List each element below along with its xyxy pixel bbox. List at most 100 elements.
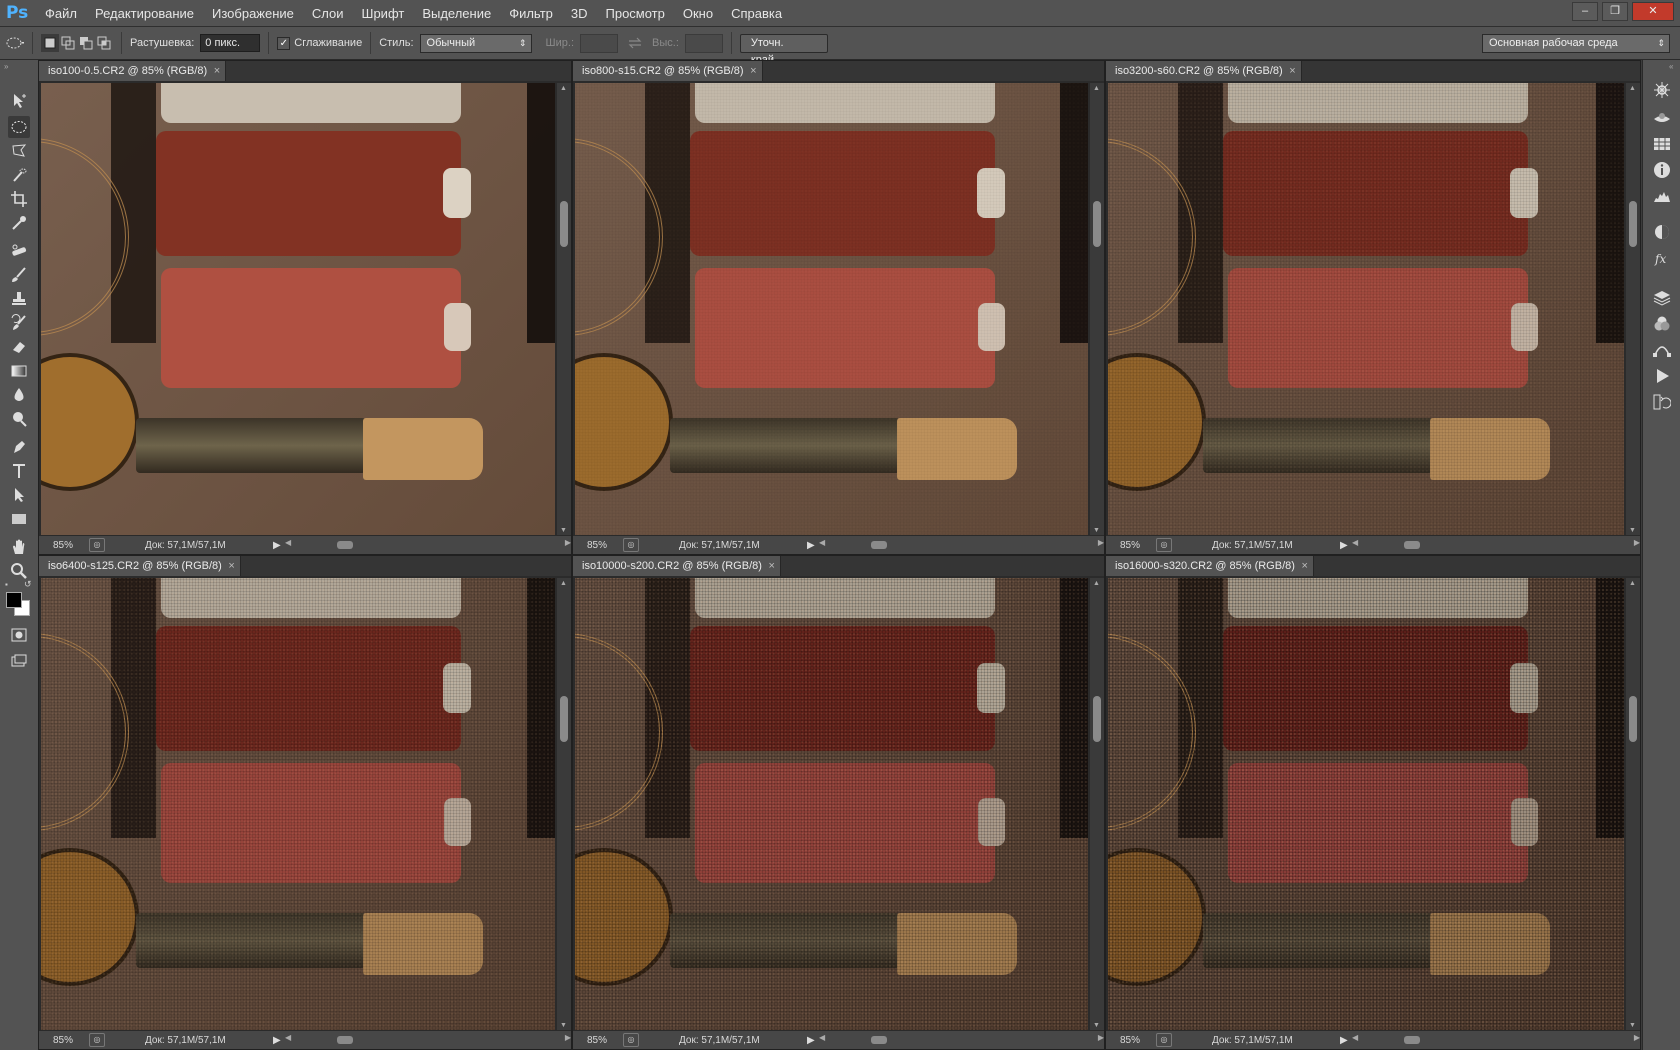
horizontal-scrollbar[interactable]: ◀ ▶ bbox=[1352, 1033, 1640, 1045]
foreground-color-swatch[interactable] bbox=[6, 592, 22, 608]
3d-icon[interactable] bbox=[1652, 108, 1672, 128]
swatches-icon[interactable] bbox=[1652, 134, 1672, 154]
scroll-right-icon[interactable]: ▶ bbox=[1634, 538, 1640, 547]
scroll-up-icon[interactable]: ▲ bbox=[1093, 85, 1100, 92]
scroll-up-icon[interactable]: ▲ bbox=[560, 580, 567, 587]
vertical-scrollbar[interactable]: ▲ ▼ bbox=[557, 83, 571, 536]
close-tab-icon[interactable]: × bbox=[750, 61, 756, 81]
vertical-scrollbar[interactable]: ▲ ▼ bbox=[1090, 578, 1104, 1031]
zoom-level[interactable]: 85% bbox=[39, 540, 89, 551]
minimize-button[interactable]: – bbox=[1572, 2, 1598, 21]
refine-edge-button[interactable]: Уточн. край... bbox=[739, 33, 828, 66]
document-tab[interactable]: iso6400-s125.CR2 @ 85% (RGB/8) × bbox=[39, 556, 241, 576]
workspace-select[interactable]: Основная рабочая среда ⇕ bbox=[1482, 33, 1670, 53]
zoom-level[interactable]: 85% bbox=[39, 1035, 89, 1046]
scroll-down-icon[interactable]: ▼ bbox=[1629, 527, 1636, 534]
blur-icon[interactable] bbox=[8, 384, 30, 406]
ellipse-marquee-preset-icon[interactable] bbox=[6, 34, 24, 52]
status-proof-icon[interactable]: ◎ bbox=[623, 538, 639, 552]
document-tab[interactable]: iso10000-s200.CR2 @ 85% (RGB/8) × bbox=[573, 556, 781, 576]
styles-icon[interactable]: fx bbox=[1652, 248, 1672, 268]
pen-icon[interactable] bbox=[8, 436, 30, 458]
status-proof-icon[interactable]: ◎ bbox=[1156, 538, 1172, 552]
close-tab-icon[interactable]: × bbox=[1289, 61, 1295, 81]
document-canvas[interactable] bbox=[1108, 83, 1624, 536]
document-canvas[interactable] bbox=[1108, 578, 1624, 1031]
scroll-down-icon[interactable]: ▼ bbox=[560, 1022, 567, 1029]
paths-icon[interactable] bbox=[1652, 340, 1672, 360]
horizontal-scrollbar[interactable]: ◀ ▶ bbox=[1352, 538, 1640, 550]
zoom-level[interactable]: 85% bbox=[573, 540, 623, 551]
menu-filter[interactable]: Фильтр bbox=[500, 6, 562, 21]
scroll-left-icon[interactable]: ◀ bbox=[285, 1033, 291, 1042]
scroll-right-icon[interactable]: ▶ bbox=[1634, 1033, 1640, 1042]
menu-window[interactable]: Окно bbox=[674, 6, 722, 21]
scroll-down-icon[interactable]: ▼ bbox=[1629, 1022, 1636, 1029]
menu-view[interactable]: Просмотр bbox=[597, 6, 674, 21]
path-selection-icon[interactable] bbox=[8, 484, 30, 506]
zoom-level[interactable]: 85% bbox=[1106, 1035, 1156, 1046]
quick-selection-icon[interactable] bbox=[8, 164, 30, 186]
layers-icon[interactable] bbox=[1652, 288, 1672, 308]
document-tab[interactable]: iso100-0.5.CR2 @ 85% (RGB/8) × bbox=[39, 61, 227, 81]
scroll-up-icon[interactable]: ▲ bbox=[1629, 85, 1636, 92]
swap-colors-icon[interactable]: ↺ bbox=[24, 579, 32, 590]
vertical-scroll-thumb[interactable] bbox=[1093, 201, 1101, 247]
menu-file[interactable]: Файл bbox=[36, 6, 86, 21]
add-to-selection-icon[interactable] bbox=[59, 34, 77, 52]
channels-icon[interactable] bbox=[1652, 314, 1672, 334]
horizontal-scroll-thumb[interactable] bbox=[871, 1036, 887, 1044]
document-tab[interactable]: iso3200-s60.CR2 @ 85% (RGB/8) × bbox=[1106, 61, 1302, 81]
type-icon[interactable] bbox=[8, 460, 30, 482]
close-tab-icon[interactable]: × bbox=[1301, 556, 1307, 576]
vertical-scrollbar[interactable]: ▲ ▼ bbox=[1090, 83, 1104, 536]
zoom-level[interactable]: 85% bbox=[1106, 540, 1156, 551]
quick-mask-icon[interactable] bbox=[8, 624, 30, 646]
menu-layers[interactable]: Слои bbox=[303, 6, 353, 21]
scroll-left-icon[interactable]: ◀ bbox=[285, 538, 291, 547]
scroll-down-icon[interactable]: ▼ bbox=[560, 527, 567, 534]
move-icon[interactable] bbox=[8, 90, 30, 112]
menu-image[interactable]: Изображение bbox=[203, 6, 303, 21]
ellipse-marquee-icon[interactable] bbox=[8, 116, 30, 138]
info-icon[interactable] bbox=[1652, 160, 1672, 180]
horizontal-scroll-thumb[interactable] bbox=[1404, 1036, 1420, 1044]
horizontal-scrollbar[interactable]: ◀ ▶ bbox=[819, 1033, 1104, 1045]
scroll-right-icon[interactable]: ▶ bbox=[565, 538, 571, 547]
menu-edit[interactable]: Редактирование bbox=[86, 6, 203, 21]
status-proof-icon[interactable]: ◎ bbox=[1156, 1033, 1172, 1047]
healing-brush-icon[interactable] bbox=[8, 240, 30, 262]
close-tab-icon[interactable]: × bbox=[228, 556, 234, 576]
vertical-scroll-thumb[interactable] bbox=[1093, 696, 1101, 742]
style-select[interactable]: Обычный ⇕ bbox=[419, 33, 532, 53]
scroll-up-icon[interactable]: ▲ bbox=[560, 85, 567, 92]
horizontal-scroll-thumb[interactable] bbox=[1404, 541, 1420, 549]
menu-3d[interactable]: 3D bbox=[562, 6, 597, 21]
horizontal-scroll-thumb[interactable] bbox=[337, 541, 353, 549]
scroll-right-icon[interactable]: ▶ bbox=[1098, 1033, 1104, 1042]
status-proof-icon[interactable]: ◎ bbox=[89, 1033, 105, 1047]
scroll-up-icon[interactable]: ▲ bbox=[1629, 580, 1636, 587]
scroll-left-icon[interactable]: ◀ bbox=[1352, 538, 1358, 547]
scroll-up-icon[interactable]: ▲ bbox=[1093, 580, 1100, 587]
navigator-icon[interactable] bbox=[1652, 80, 1672, 100]
swap-dimensions-icon[interactable] bbox=[626, 34, 644, 52]
menu-select[interactable]: Выделение bbox=[413, 6, 500, 21]
document-tab[interactable]: iso800-s15.CR2 @ 85% (RGB/8) × bbox=[573, 61, 763, 81]
scroll-right-icon[interactable]: ▶ bbox=[1098, 538, 1104, 547]
vertical-scrollbar[interactable]: ▲ ▼ bbox=[557, 578, 571, 1031]
close-tab-icon[interactable]: × bbox=[768, 556, 774, 576]
new-selection-icon[interactable] bbox=[41, 34, 59, 52]
vertical-scrollbar[interactable]: ▲ ▼ bbox=[1626, 83, 1640, 536]
horizontal-scroll-thumb[interactable] bbox=[871, 541, 887, 549]
close-tab-icon[interactable]: × bbox=[214, 61, 220, 81]
scroll-left-icon[interactable]: ◀ bbox=[819, 538, 825, 547]
scroll-down-icon[interactable]: ▼ bbox=[1093, 1022, 1100, 1029]
status-proof-icon[interactable]: ◎ bbox=[623, 1033, 639, 1047]
eyedropper-icon[interactable] bbox=[8, 212, 30, 234]
default-colors-icon[interactable]: ▪ bbox=[5, 580, 8, 589]
horizontal-scrollbar[interactable]: ◀ ▶ bbox=[285, 538, 571, 550]
scroll-right-icon[interactable]: ▶ bbox=[565, 1033, 571, 1042]
horizontal-scrollbar[interactable]: ◀ ▶ bbox=[819, 538, 1104, 550]
intersect-selection-icon[interactable] bbox=[95, 34, 113, 52]
